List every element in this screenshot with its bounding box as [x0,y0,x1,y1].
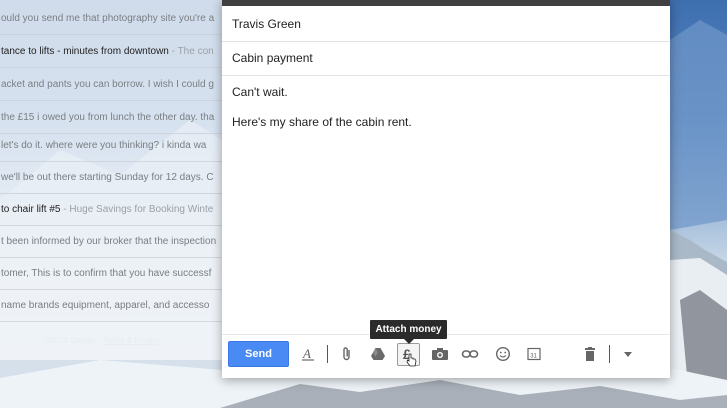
email-subject: tance to lifts - minutes from downtown [1,46,169,57]
email-subject: to chair lift #5 [1,204,61,215]
inbox-list: ould you send me that photography site y… [0,0,222,360]
email-subject: name brands equipment, apparel, and acce… [1,300,210,311]
to-field[interactable]: Travis Green [222,6,670,42]
send-button[interactable]: Send [228,341,289,367]
format-text-icon[interactable]: A [297,343,319,365]
attach-file-icon[interactable] [336,343,358,365]
email-subject: tomer, This is to confirm that you have … [1,268,212,279]
google-drive-icon[interactable] [367,343,389,365]
calendar-icon[interactable]: 31 [523,343,545,365]
list-item[interactable]: tance to lifts - minutes from downtown -… [0,35,222,68]
email-subject: the £15 i owed you from lunch the other … [1,112,215,123]
list-item[interactable]: t been informed by our broker that the i… [0,225,222,258]
email-snippet: - Huge Savings for Booking Winte [60,204,214,215]
list-item[interactable]: to chair lift #5 - Huge Savings for Book… [0,193,222,226]
calendar-day: 31 [530,354,537,360]
trash-icon[interactable] [579,343,601,365]
emoji-icon[interactable] [492,343,514,365]
svg-text:A: A [302,346,311,361]
list-item[interactable]: acket and pants you can borrow. I wish I… [0,68,222,101]
compose-toolbar: Send A £ 31 Attach money [222,320,670,374]
subject-text: Cabin payment [232,51,313,65]
toolbar-divider [609,345,610,363]
compose-window: Travis Green Cabin payment Can't wait. H… [222,0,670,378]
body-line: Can't wait. [232,85,288,99]
recipient-name: Travis Green [232,17,301,31]
email-subject: acket and pants you can borrow. I wish I… [1,79,214,90]
insert-link-icon[interactable] [459,343,481,365]
subject-field[interactable]: Cabin payment [222,40,670,76]
email-subject: t been informed by our broker that the i… [1,236,217,247]
copyright-text: ©2013 Google - [44,336,103,345]
list-item[interactable]: we'll be out there starting Sunday for 1… [0,161,222,194]
attach-money-icon[interactable]: £ [397,343,420,367]
email-snippet: - The con [168,46,214,57]
more-options-icon[interactable] [617,343,639,365]
list-item[interactable]: name brands equipment, apparel, and acce… [0,289,222,322]
list-item[interactable]: tomer, This is to confirm that you have … [0,257,222,290]
insert-photo-icon[interactable] [429,343,451,365]
toolbar-divider [327,345,328,363]
hand-cursor-icon [406,353,417,367]
email-subject: we'll be out there starting Sunday for 1… [1,172,214,183]
email-subject: let's do it. where were you thinking? i … [1,140,207,151]
list-item[interactable]: let's do it. where were you thinking? i … [0,129,222,162]
terms-privacy-link[interactable]: Terms & Privacy [103,336,161,345]
inbox-footer: ©2013 Google - Terms & Privacy [44,336,160,345]
email-subject: ould you send me that photography site y… [1,13,215,24]
attach-money-tooltip: Attach money [370,320,447,344]
list-item[interactable]: ould you send me that photography site y… [0,0,222,35]
message-body[interactable]: Can't wait. Here's my share of the cabin… [222,76,670,334]
body-line: Here's my share of the cabin rent. [232,115,412,129]
